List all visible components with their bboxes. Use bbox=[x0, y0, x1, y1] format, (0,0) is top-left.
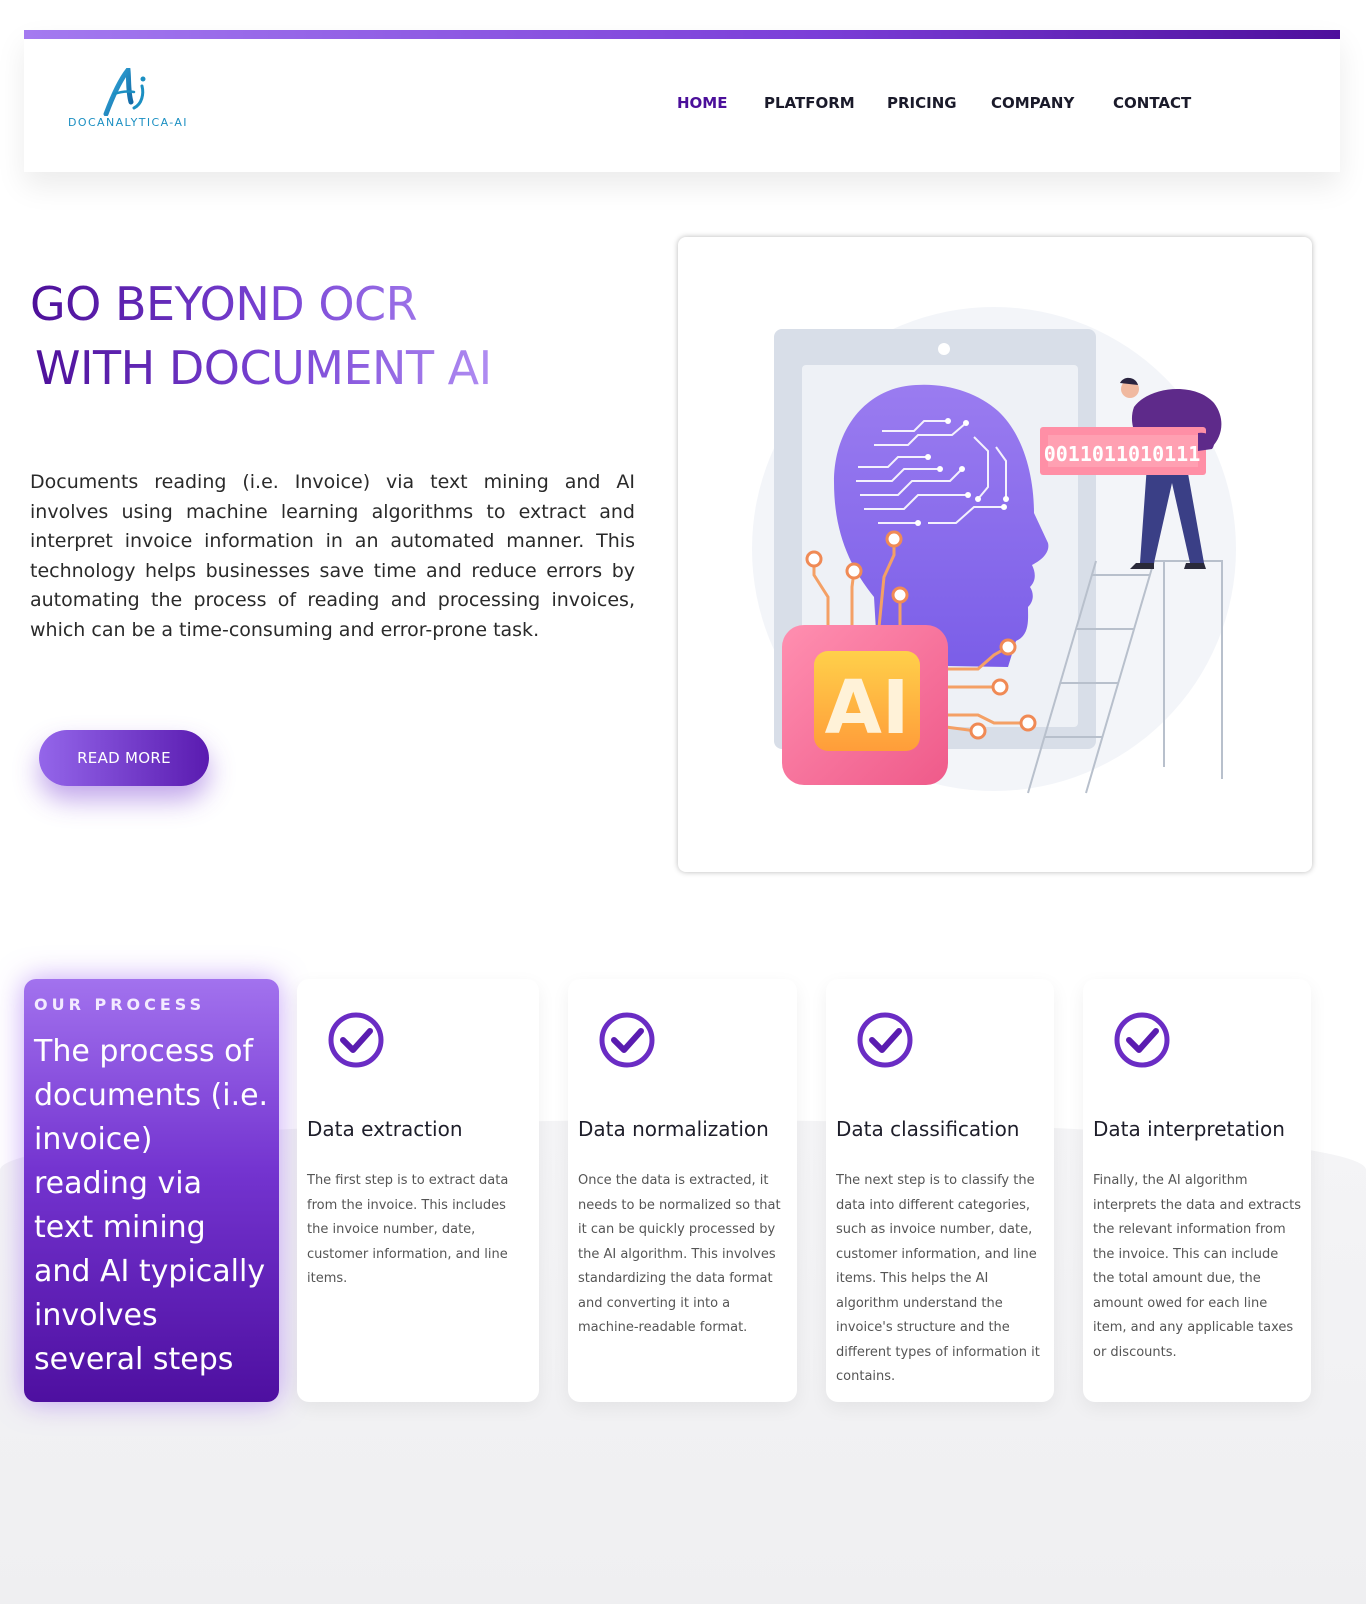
logo-mark-icon bbox=[103, 68, 146, 116]
step-description: The first step is to extract data from t… bbox=[307, 1173, 509, 1286]
step-card-data-interpretation: Data interpretation Finally, the AI algo… bbox=[1083, 979, 1311, 1402]
check-circle-icon bbox=[328, 1012, 384, 1068]
read-more-button[interactable]: READ MORE bbox=[39, 730, 209, 786]
nav-platform[interactable]: PLATFORM bbox=[764, 94, 855, 112]
step-title: Data interpretation bbox=[1093, 1117, 1285, 1141]
brand-logo[interactable]: DOCANALYTICA-AI bbox=[58, 68, 198, 134]
check-circle-icon bbox=[857, 1012, 913, 1068]
binary-banner-text: 0011011010111 bbox=[1044, 442, 1201, 466]
check-circle-icon bbox=[1114, 1012, 1170, 1068]
step-card-data-normalization: Data normalization Once the data is extr… bbox=[568, 979, 797, 1402]
process-intro-card: OUR PROCESS The process of documents (i.… bbox=[24, 979, 279, 1402]
nav-company[interactable]: COMPANY bbox=[991, 94, 1074, 112]
step-title: Data normalization bbox=[578, 1117, 769, 1141]
step-card-data-extraction: Data extraction The first step is to ext… bbox=[297, 979, 539, 1402]
step-card-data-classification: Data classification The next step is to … bbox=[826, 979, 1054, 1402]
process-heading: The process of documents (i.e. invoice) … bbox=[34, 1034, 269, 1377]
step-title: Data classification bbox=[836, 1117, 1020, 1141]
step-description: Finally, the AI algorithm interprets the… bbox=[1093, 1173, 1301, 1360]
ai-chip-label: AI bbox=[825, 665, 910, 751]
nav-pricing[interactable]: PRICING bbox=[887, 94, 957, 112]
step-title: Data extraction bbox=[307, 1117, 463, 1141]
step-description: The next step is to classify the data in… bbox=[836, 1173, 1040, 1384]
ai-head-illustration: AI 0011011010111 bbox=[752, 307, 1236, 794]
hero-description: Documents reading (i.e. Invoice) via tex… bbox=[30, 471, 635, 641]
site-header: DOCANALYTICA-AI HOME PLATFORM PRICING CO… bbox=[24, 30, 1340, 172]
step-description: Once the data is extracted, it needs to … bbox=[578, 1173, 781, 1335]
nav-home[interactable]: HOME bbox=[677, 94, 727, 112]
process-eyebrow: OUR PROCESS bbox=[34, 995, 206, 1014]
hero-title-line-2: WITH DOCUMENT AI bbox=[30, 336, 492, 400]
hero-title: GO BEYOND OCR WITH DOCUMENT AI bbox=[30, 272, 492, 400]
check-circle-icon bbox=[599, 1012, 655, 1068]
hero-title-line-1: GO BEYOND OCR bbox=[30, 272, 492, 336]
hero-illustration: AI 0011011010111 bbox=[678, 237, 1312, 872]
logo-text: DOCANALYTICA-AI bbox=[68, 116, 188, 129]
header-accent-bar bbox=[24, 30, 1340, 39]
nav-contact[interactable]: CONTACT bbox=[1113, 94, 1191, 112]
